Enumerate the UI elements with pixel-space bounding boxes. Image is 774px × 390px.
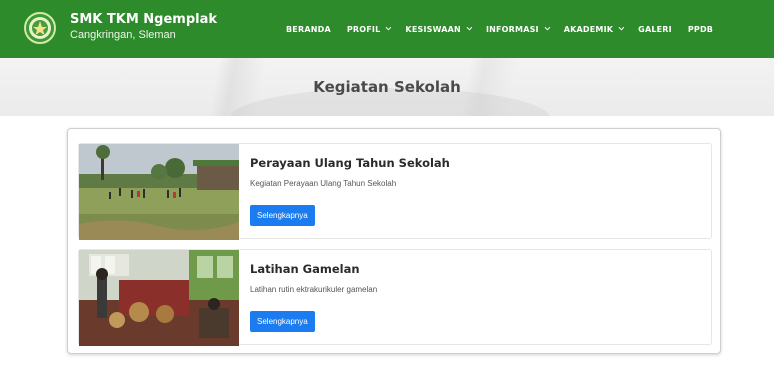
activity-card: Perayaan Ulang Tahun Sekolah Kegiatan Pe…	[78, 143, 712, 240]
activity-description: Kegiatan Perayaan Ulang Tahun Sekolah	[250, 179, 397, 188]
field-photo-icon	[79, 144, 239, 240]
activity-title[interactable]: Latihan Gamelan	[250, 262, 701, 277]
nav-item-profil[interactable]: PROFIL	[346, 24, 392, 34]
read-more-button[interactable]: Selengkapnya	[250, 311, 315, 332]
brand[interactable]: SMK TKM Ngemplak Cangkringan, Sleman	[70, 12, 217, 42]
top-navbar: SMK TKM Ngemplak Cangkringan, Sleman BER…	[0, 0, 774, 58]
nav-label: BERANDA	[286, 24, 331, 34]
page-title: Kegiatan Sekolah	[313, 78, 461, 96]
brand-title: SMK TKM Ngemplak	[70, 12, 218, 27]
nav-label: GALERI	[638, 24, 672, 34]
chevron-down-icon	[466, 24, 473, 31]
activity-title[interactable]: Perayaan Ulang Tahun Sekolah	[250, 156, 701, 171]
main-menu: BERANDA PROFIL KESISWAAN INFORMASI AKADE…	[286, 0, 729, 58]
activity-image[interactable]	[79, 144, 239, 240]
chevron-down-icon	[386, 24, 392, 31]
school-logo-icon[interactable]	[24, 12, 56, 44]
nav-item-ppdb[interactable]: PPDB	[688, 25, 713, 34]
chevron-down-icon	[618, 24, 625, 31]
nav-item-kesiswaan[interactable]: KESISWAAN	[405, 24, 473, 34]
nav-label: AKADEMIK	[563, 24, 614, 34]
activity-info: Latihan Gamelan Latihan rutin ektrakurik…	[250, 262, 701, 295]
nav-label: PPDB	[687, 24, 714, 34]
nav-label: KESISWAAN	[405, 24, 461, 34]
nav-item-galeri[interactable]: GALERI	[638, 25, 672, 34]
nav-label: PROFIL	[346, 24, 381, 34]
nav-item-informasi[interactable]: INFORMASI	[485, 24, 550, 34]
activity-info: Perayaan Ulang Tahun Sekolah Kegiatan Pe…	[250, 156, 701, 189]
activities-panel: Perayaan Ulang Tahun Sekolah Kegiatan Pe…	[67, 128, 721, 354]
activity-description: Latihan rutin ektrakurikuler gamelan	[250, 285, 378, 294]
nav-item-akademik[interactable]: AKADEMIK	[563, 24, 625, 34]
gamelan-photo-icon	[79, 250, 239, 346]
activity-card: Latihan Gamelan Latihan rutin ektrakurik…	[78, 249, 712, 346]
activity-image[interactable]	[79, 250, 239, 346]
brand-subtitle: Cangkringan, Sleman	[70, 29, 176, 41]
chevron-down-icon	[544, 24, 550, 31]
nav-item-beranda[interactable]: BERANDA	[286, 25, 331, 34]
nav-label: INFORMASI	[485, 24, 539, 34]
page-header-banner: Kegiatan Sekolah	[0, 58, 774, 116]
read-more-button[interactable]: Selengkapnya	[250, 205, 315, 226]
